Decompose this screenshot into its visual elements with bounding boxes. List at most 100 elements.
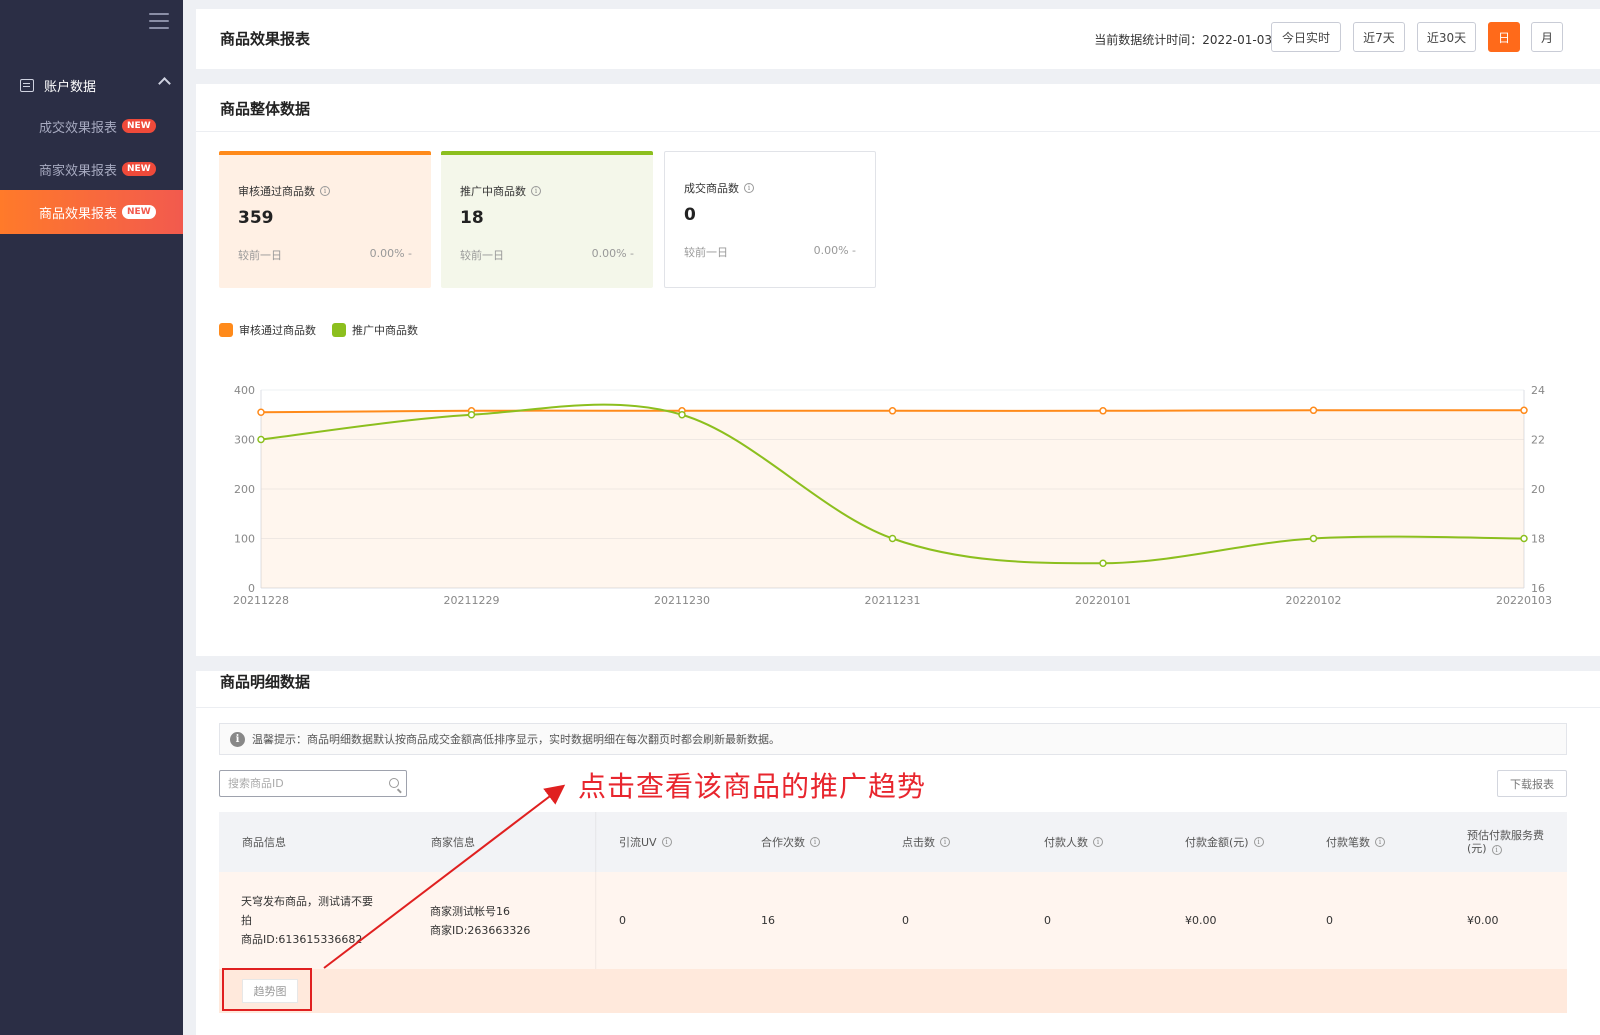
card-label: 推广中商品数 i <box>460 183 541 199</box>
approved-products-card[interactable]: 审核通过商品数 i 359 较前一日 0.00% - <box>219 151 431 288</box>
product-name: 天穹发布商品，测试请不要 <box>241 895 373 908</box>
fixed-column-divider <box>595 812 597 969</box>
data-point <box>1520 534 1528 543</box>
info-icon[interactable]: i <box>1491 845 1502 855</box>
info-icon[interactable]: i <box>320 186 330 196</box>
trend-chart: 0 16100 18200 20300 22400 2420211228 20211229 2… <box>233 384 1552 607</box>
card-label: 审核通过商品数 i <box>238 183 330 199</box>
stat-time: 当前数据统计时间：2022-01-03 <box>1094 33 1272 47</box>
month-button[interactable]: 月 <box>1531 22 1563 52</box>
legend-swatch <box>219 323 233 337</box>
table-header: 商品信息 商家信息 引流UV i 合作次数 i 点击数 i 付款人数 i 付款金额(元)… <box>219 812 1567 872</box>
info-icon[interactable]: i <box>810 837 820 847</box>
merchant-name: 商家测试帐号16 <box>430 904 510 918</box>
x-tick-label: 20220102 <box>1286 594 1342 607</box>
header-panel: 商品效果报表 当前数据统计时间：2022-01-03 今日实时 近7天 近30天… <box>196 9 1600 69</box>
product-info-cell: 天穹发布商品，测试请不要 拍 商品ID:613615336682 <box>241 872 373 969</box>
clicks-cell: 0 <box>902 914 909 927</box>
legend-swatch <box>332 323 346 337</box>
merchant-id: 商家ID:263663326 <box>430 923 531 937</box>
card-compare-label: 较前一日 <box>684 246 728 259</box>
column-header-coop: 合作次数 i <box>761 812 820 872</box>
x-tick-label: 20211231 <box>865 594 921 607</box>
highlight-box <box>222 968 312 1011</box>
column-header-amount: 付款金额(元) i <box>1185 812 1264 872</box>
search-icon[interactable] <box>389 778 399 788</box>
y-left-tick-label: 200 <box>234 483 255 496</box>
sidebar: 账户数据 成交效果报表 NEW 商家效果报表 NEW 商品效果报表 NEW <box>0 0 183 1035</box>
row-actions: 趋势图 <box>219 969 1567 1013</box>
sidebar-group-label: 账户数据 <box>44 79 97 95</box>
y-left-tick-label: 100 <box>234 533 255 546</box>
data-point <box>467 411 476 419</box>
chevron-up-icon <box>158 77 171 90</box>
x-tick-label: 20211230 <box>654 594 710 607</box>
card-label: 成交商品数 i <box>684 180 754 196</box>
info-icon[interactable]: i <box>940 837 950 847</box>
menu-toggle-icon[interactable] <box>149 13 169 29</box>
sidebar-item-label: 商家效果报表 <box>39 163 118 179</box>
new-badge: NEW <box>122 162 156 176</box>
divider <box>196 707 1600 708</box>
info-icon[interactable]: i <box>661 837 672 847</box>
x-tick-label: 20211229 <box>444 594 500 607</box>
info-icon[interactable]: i <box>1253 837 1264 847</box>
card-value: 359 <box>238 208 274 228</box>
info-icon[interactable]: i <box>531 186 541 196</box>
data-point <box>888 407 897 415</box>
chart-legend: 审核通过商品数 推广中商品数 <box>219 322 434 338</box>
divider <box>196 131 1600 132</box>
today-realtime-button[interactable]: 今日实时 <box>1271 22 1341 52</box>
product-id-search-input[interactable] <box>228 777 388 790</box>
detail-panel: 商品明细数据 i 温馨提示：商品明细数据默认按商品成交金额高低排序显示，实时数据… <box>196 671 1600 1035</box>
sidebar-item-label: 商品效果报表 <box>39 206 118 222</box>
legend-item-promoting[interactable]: 推广中商品数 <box>332 322 418 338</box>
y-left-tick-label: 400 <box>234 384 255 397</box>
data-point <box>1309 406 1318 415</box>
card-compare-pct: 0.00% - <box>813 244 856 257</box>
info-icon: i <box>230 731 245 747</box>
last-30-days-button[interactable]: 近30天 <box>1417 22 1476 52</box>
y-right-tick-label: 22 <box>1531 434 1545 447</box>
uv-cell: 0 <box>619 914 626 927</box>
sidebar-item-product-report[interactable]: 商品效果报表 NEW <box>0 190 183 234</box>
y-left-tick-label: 300 <box>234 434 255 447</box>
column-header-fee: 预估付款服务费 (元) i <box>1467 829 1544 855</box>
last-7-days-button[interactable]: 近7天 <box>1353 22 1405 52</box>
data-point <box>1309 534 1318 543</box>
sidebar-item-merchant-report[interactable]: 商家效果报表 NEW <box>0 147 183 191</box>
new-badge: NEW <box>122 119 156 133</box>
product-detail-table: 商品信息 商家信息 引流UV i 合作次数 i 点击数 i 付款人数 i 付款金额(元)… <box>219 812 1567 1013</box>
overview-panel: 商品整体数据 审核通过商品数 i 359 较前一日 0.00% - 推广中商品数 i… <box>196 84 1600 656</box>
table-row: 天穹发布商品，测试请不要 拍 商品ID:613615336682 商家测试帐号1… <box>219 872 1567 969</box>
info-icon[interactable]: i <box>744 183 754 193</box>
promoting-products-card[interactable]: 推广中商品数 i 18 较前一日 0.00% - <box>441 151 653 288</box>
data-point <box>678 411 686 419</box>
fee-cell: ¥0.00 <box>1467 914 1499 927</box>
sidebar-group-account-data[interactable]: 账户数据 <box>0 66 183 104</box>
sidebar-item-deal-report[interactable]: 成交效果报表 NEW <box>0 104 183 148</box>
card-value: 18 <box>460 208 484 228</box>
day-button[interactable]: 日 <box>1488 22 1520 52</box>
payers-cell: 0 <box>1044 914 1051 927</box>
data-point <box>1520 406 1528 415</box>
page-title: 商品效果报表 <box>220 30 311 48</box>
column-header-clicks: 点击数 i <box>902 812 950 872</box>
search-box[interactable] <box>219 770 407 797</box>
info-icon[interactable]: i <box>1093 837 1103 847</box>
x-tick-label: 20220101 <box>1075 594 1131 607</box>
info-icon[interactable]: i <box>1375 837 1385 847</box>
card-value: 0 <box>684 205 696 225</box>
deal-products-card[interactable]: 成交商品数 i 0 较前一日 0.00% - <box>664 151 876 288</box>
legend-item-approved[interactable]: 审核通过商品数 <box>219 322 316 338</box>
column-header-payers: 付款人数 i <box>1044 812 1103 872</box>
column-header-orders: 付款笔数 i <box>1326 812 1385 872</box>
orders-cell: 0 <box>1326 914 1333 927</box>
x-tick-label: 20220103 <box>1496 594 1552 607</box>
series-area <box>261 410 1524 588</box>
new-badge: NEW <box>122 205 156 219</box>
x-tick-label: 20211228 <box>233 594 289 607</box>
download-report-button[interactable]: 下载报表 <box>1497 770 1567 797</box>
product-id: 商品ID:613615336682 <box>241 933 363 946</box>
y-right-tick-label: 18 <box>1531 533 1545 546</box>
